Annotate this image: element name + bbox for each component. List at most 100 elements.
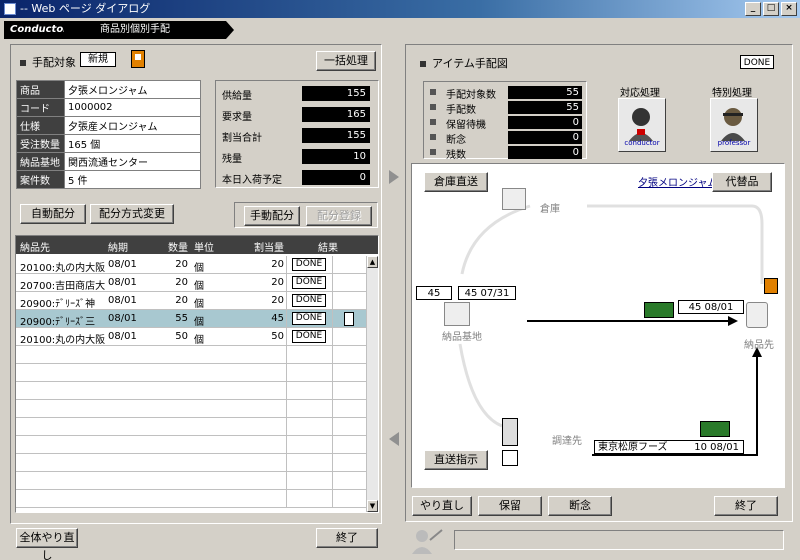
col-qty[interactable]: 数量 [168, 239, 188, 254]
grid-scrollbar[interactable]: ▲ ▼ [366, 256, 378, 512]
truck-icon [644, 302, 674, 318]
count-row: 手配数 55 [428, 100, 584, 116]
count-bullet-icon [430, 134, 436, 140]
register-allocation-button[interactable]: 配分登録 [306, 206, 372, 226]
table-row[interactable] [16, 400, 366, 418]
info-value: 夕張メロンジャム [64, 80, 201, 99]
breadcrumb-app[interactable]: Conductor [4, 21, 68, 39]
direct-order-button[interactable]: 直送指示 [424, 450, 488, 470]
cell-result[interactable]: DONE [292, 312, 326, 325]
info-value: 関西流通センター [64, 152, 201, 171]
professor-label: 特別処理 [712, 88, 752, 99]
table-row[interactable]: 20100:丸の内大阪 08/01 20 個 20 DONE [16, 256, 366, 274]
table-row[interactable] [16, 364, 366, 382]
stat-key: 割当合計 [222, 133, 262, 144]
scroll-up-icon[interactable]: ▲ [367, 256, 378, 268]
redo-button[interactable]: やり直し [412, 496, 472, 516]
cell-alloc: 45 [271, 313, 284, 324]
count-bullet-icon [430, 119, 436, 125]
cell-result[interactable]: DONE [292, 330, 326, 343]
right-section-title: アイテム手配図 [420, 55, 508, 71]
stat-row: 本日入荷予定 0 [216, 169, 376, 187]
mobile-icon[interactable] [344, 312, 354, 326]
count-value: 55 [508, 86, 582, 99]
stat-key: 残量 [222, 154, 242, 165]
table-row[interactable] [16, 472, 366, 490]
table-row[interactable]: 20900:ﾃﾞﾘｰｽﾞ神 08/01 20 個 20 DONE [16, 292, 366, 310]
table-row[interactable] [16, 418, 366, 436]
info-row: コード 1000002 [16, 98, 201, 117]
auto-allocate-button[interactable]: 自動配分 [20, 204, 86, 224]
cell-due: 08/01 [108, 331, 137, 342]
cell-result[interactable]: DONE [292, 276, 326, 289]
table-row[interactable]: 20100:丸の内大阪 08/01 50 個 50 DONE [16, 328, 366, 346]
cell-result[interactable]: DONE [292, 258, 326, 271]
count-key: 手配数 [446, 105, 476, 116]
table-row[interactable]: 20700:吉田商店大 08/01 20 個 20 DONE [16, 274, 366, 292]
col-alloc[interactable]: 割当量 [254, 239, 284, 254]
minimize-button[interactable]: _ [745, 2, 761, 16]
reset-all-button[interactable]: 全体やり直し [16, 528, 78, 560]
conductor-button[interactable]: conductor [618, 98, 666, 152]
window-title-bar: -- Web ページ ダイアログ [0, 0, 800, 18]
left-end-button[interactable]: 終了 [316, 528, 378, 548]
count-bullet-icon [430, 104, 436, 110]
count-bullet-icon [430, 89, 436, 95]
phone-icon[interactable] [502, 450, 518, 466]
base-qty-date: 45 07/31 [458, 286, 516, 300]
stat-key: 供給量 [222, 91, 252, 102]
info-row: 受注数量 165 個 [16, 134, 201, 153]
table-row[interactable] [16, 346, 366, 364]
breadcrumb-page: 商品別個別手配 [64, 21, 226, 39]
change-allocation-method-button[interactable]: 配分方式変更 [90, 204, 174, 224]
count-row: 保留待機 0 [428, 115, 584, 131]
count-row: 断念 0 [428, 130, 584, 146]
count-row: 残数 0 [428, 145, 584, 161]
cell-unit: 個 [194, 317, 204, 328]
abandon-button[interactable]: 断念 [548, 496, 612, 516]
mobile-phone-icon[interactable] [131, 50, 145, 68]
stat-key: 要求量 [222, 112, 252, 123]
right-end-button[interactable]: 終了 [714, 496, 778, 516]
count-key: 手配対象数 [446, 90, 496, 101]
table-row[interactable] [16, 382, 366, 400]
cell-dest: 20900:ﾃﾞﾘｰｽﾞ神 [20, 299, 96, 310]
cell-result[interactable]: DONE [292, 294, 326, 307]
hold-button[interactable]: 保留 [478, 496, 542, 516]
close-button[interactable]: × [781, 2, 797, 16]
item-info-table: 商品 夕張メロンジャム コード 1000002 仕様 夕張産メロンジャム 受注数量 165 個… [16, 80, 201, 189]
table-row[interactable] [16, 454, 366, 472]
stat-row: 供給量 155 [216, 85, 376, 103]
allocation-grid: 納品先 納期 数量 単位 割当量 結果 20100:丸の内大阪 08/01 20… [15, 235, 379, 513]
cell-qty: 20 [175, 277, 188, 288]
cell-dest: 20900:ﾃﾞﾘｰｽﾞ三 [20, 317, 96, 328]
table-row[interactable] [16, 436, 366, 454]
table-row[interactable]: 20900:ﾃﾞﾘｰｽﾞ三 08/01 55 個 45 DONE [16, 310, 366, 328]
conductor-caption: conductor [624, 139, 660, 147]
dest-phone-icon[interactable] [764, 278, 778, 294]
stat-row: 残量 10 [216, 148, 376, 166]
professor-button[interactable]: professor [710, 98, 758, 152]
item-link[interactable]: 夕張メロンジャム [638, 174, 718, 189]
count-panel: 手配対象数 55 手配数 55 保留待機 0 断念 0 残数 0 [423, 81, 587, 161]
warehouse-direct-button[interactable]: 倉庫直送 [424, 172, 488, 192]
col-dest[interactable]: 納品先 [20, 239, 50, 254]
supplier-truck-icon [700, 421, 730, 437]
assistant-icon [410, 526, 446, 554]
cell-alloc: 20 [271, 277, 284, 288]
supplier-building-icon [502, 418, 518, 446]
col-result[interactable]: 結果 [318, 239, 338, 254]
supply-diagram: 倉庫直送 夕張メロンジャム 代替品 倉庫 45 45 07/31 納品基地 45… [411, 163, 785, 488]
substitute-button[interactable]: 代替品 [712, 172, 772, 192]
arrow-right-icon [389, 170, 399, 184]
table-row[interactable] [16, 490, 366, 508]
bulk-process-button[interactable]: 一括処理 [316, 51, 376, 71]
info-key: 納品基地 [16, 152, 65, 171]
col-due[interactable]: 納期 [108, 239, 128, 254]
col-unit[interactable]: 単位 [194, 239, 214, 254]
window-title: -- Web ページ ダイアログ [20, 2, 151, 15]
info-value: 5 件 [64, 170, 201, 189]
manual-allocate-button[interactable]: 手動配分 [244, 206, 300, 226]
scroll-down-icon[interactable]: ▼ [367, 500, 378, 512]
maximize-button[interactable]: □ [763, 2, 779, 16]
